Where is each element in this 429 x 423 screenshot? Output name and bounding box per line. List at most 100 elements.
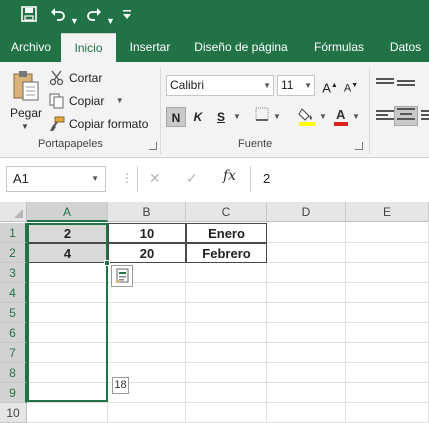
cell-a8[interactable] [27,363,108,383]
redo-icon[interactable] [86,6,102,28]
row-header-4[interactable]: 4 [0,283,27,303]
align-center-button[interactable] [394,106,418,126]
cell-d6[interactable] [267,323,346,343]
cell-a9[interactable] [27,383,108,403]
row-header-5[interactable]: 5 [0,303,27,323]
align-right-icon[interactable] [421,110,429,124]
row-header-1[interactable]: 1 [0,223,27,243]
cell-c9[interactable] [186,383,267,403]
cell-d1[interactable] [267,223,346,243]
cell-b2[interactable]: 20 [108,243,186,263]
cancel-icon[interactable]: ✕ [149,170,161,187]
cell-d9[interactable] [267,383,346,403]
tab-formulas[interactable]: Fórmulas [305,33,373,62]
row-header-6[interactable]: 6 [0,323,27,343]
fill-handle[interactable] [104,260,110,266]
cell-d4[interactable] [267,283,346,303]
copy-dropdown-icon[interactable]: ▼ [116,96,124,105]
tab-archivo[interactable]: Archivo [4,33,58,62]
cell-a3[interactable] [27,263,108,283]
cell-b10[interactable] [108,403,186,423]
cell-b6[interactable] [108,323,186,343]
cell-e10[interactable] [346,403,429,423]
cell-d5[interactable] [267,303,346,323]
customize-qat-icon[interactable] [122,8,132,28]
paste-button[interactable]: Pegar [10,106,42,120]
underline-dropdown-icon[interactable]: ▼ [233,112,241,121]
decrease-font-size-button[interactable]: A▼ [341,76,361,96]
cell-b5[interactable] [108,303,186,323]
column-header-e[interactable]: E [346,202,429,222]
cell-e5[interactable] [346,303,429,323]
cut-button[interactable]: Cortar [49,68,102,86]
cell-e9[interactable] [346,383,429,403]
format-painter-button[interactable]: Copiar formato [49,114,148,132]
cell-d2[interactable] [267,243,346,263]
column-header-b[interactable]: B [108,202,186,222]
cell-c10[interactable] [186,403,267,423]
cell-e8[interactable] [346,363,429,383]
row-header-8[interactable]: 8 [0,363,27,383]
row-header-9[interactable]: 9 [0,383,27,403]
formula-input[interactable]: 2 [250,166,429,192]
cell-a2[interactable]: 4 [27,243,108,263]
cell-d7[interactable] [267,343,346,363]
cell-b7[interactable] [108,343,186,363]
copy-button[interactable]: Copiar ▼ [49,91,124,109]
cell-c2[interactable]: Febrero [186,243,267,263]
tab-insertar[interactable]: Insertar [122,33,178,62]
enter-icon[interactable]: ✓ [186,170,198,187]
font-color-icon[interactable]: A [332,106,350,126]
column-header-c[interactable]: C [186,202,267,222]
cell-e4[interactable] [346,283,429,303]
cell-c5[interactable] [186,303,267,323]
align-left-icon[interactable] [376,110,394,124]
cell-a1[interactable]: 2 [27,223,108,243]
cell-e7[interactable] [346,343,429,363]
autofill-options-button[interactable] [111,265,133,287]
cell-c4[interactable] [186,283,267,303]
align-middle-icon[interactable] [397,80,415,94]
cell-a6[interactable] [27,323,108,343]
bold-button[interactable]: N [166,107,186,127]
italic-button[interactable]: K [189,107,207,127]
row-header-3[interactable]: 3 [0,263,27,283]
tab-datos[interactable]: Datos [382,33,429,62]
borders-icon[interactable] [253,107,271,127]
cell-d8[interactable] [267,363,346,383]
cell-a7[interactable] [27,343,108,363]
font-name-combo[interactable]: Calibri ▼ [166,75,274,96]
row-header-7[interactable]: 7 [0,343,27,363]
column-header-d[interactable]: D [267,202,346,222]
row-header-2[interactable]: 2 [0,243,27,263]
cell-c8[interactable] [186,363,267,383]
select-all-button[interactable] [0,202,27,222]
paste-dropdown-icon[interactable]: ▼ [21,122,29,131]
cell-e3[interactable] [346,263,429,283]
undo-icon[interactable] [50,6,66,28]
fill-color-icon[interactable] [297,106,317,126]
cell-c3[interactable] [186,263,267,283]
cell-d3[interactable] [267,263,346,283]
undo-dropdown-icon[interactable]: ▼ [70,11,79,31]
cell-e2[interactable] [346,243,429,263]
cell-e6[interactable] [346,323,429,343]
tab-inicio[interactable]: Inicio [61,33,116,62]
cell-a4[interactable] [27,283,108,303]
column-header-a[interactable]: A [27,202,108,222]
tab-diseno-de-pagina[interactable]: Diseño de página [188,33,294,62]
increase-font-size-button[interactable]: A▲ [320,76,340,96]
cell-c1[interactable]: Enero [186,223,267,243]
row-header-10[interactable]: 10 [0,403,27,423]
align-top-icon[interactable] [376,78,394,92]
cell-a10[interactable] [27,403,108,423]
font-color-dropdown-icon[interactable]: ▼ [352,112,360,121]
save-icon[interactable] [21,6,37,28]
underline-button[interactable]: S [212,107,230,127]
name-box[interactable]: A1 ▼ [6,166,106,192]
font-size-combo[interactable]: 11 ▼ [277,75,315,96]
cell-b1[interactable]: 10 [108,223,186,243]
cell-e1[interactable] [346,223,429,243]
redo-dropdown-icon[interactable]: ▼ [106,11,115,31]
clipboard-launcher-icon[interactable] [149,142,157,150]
